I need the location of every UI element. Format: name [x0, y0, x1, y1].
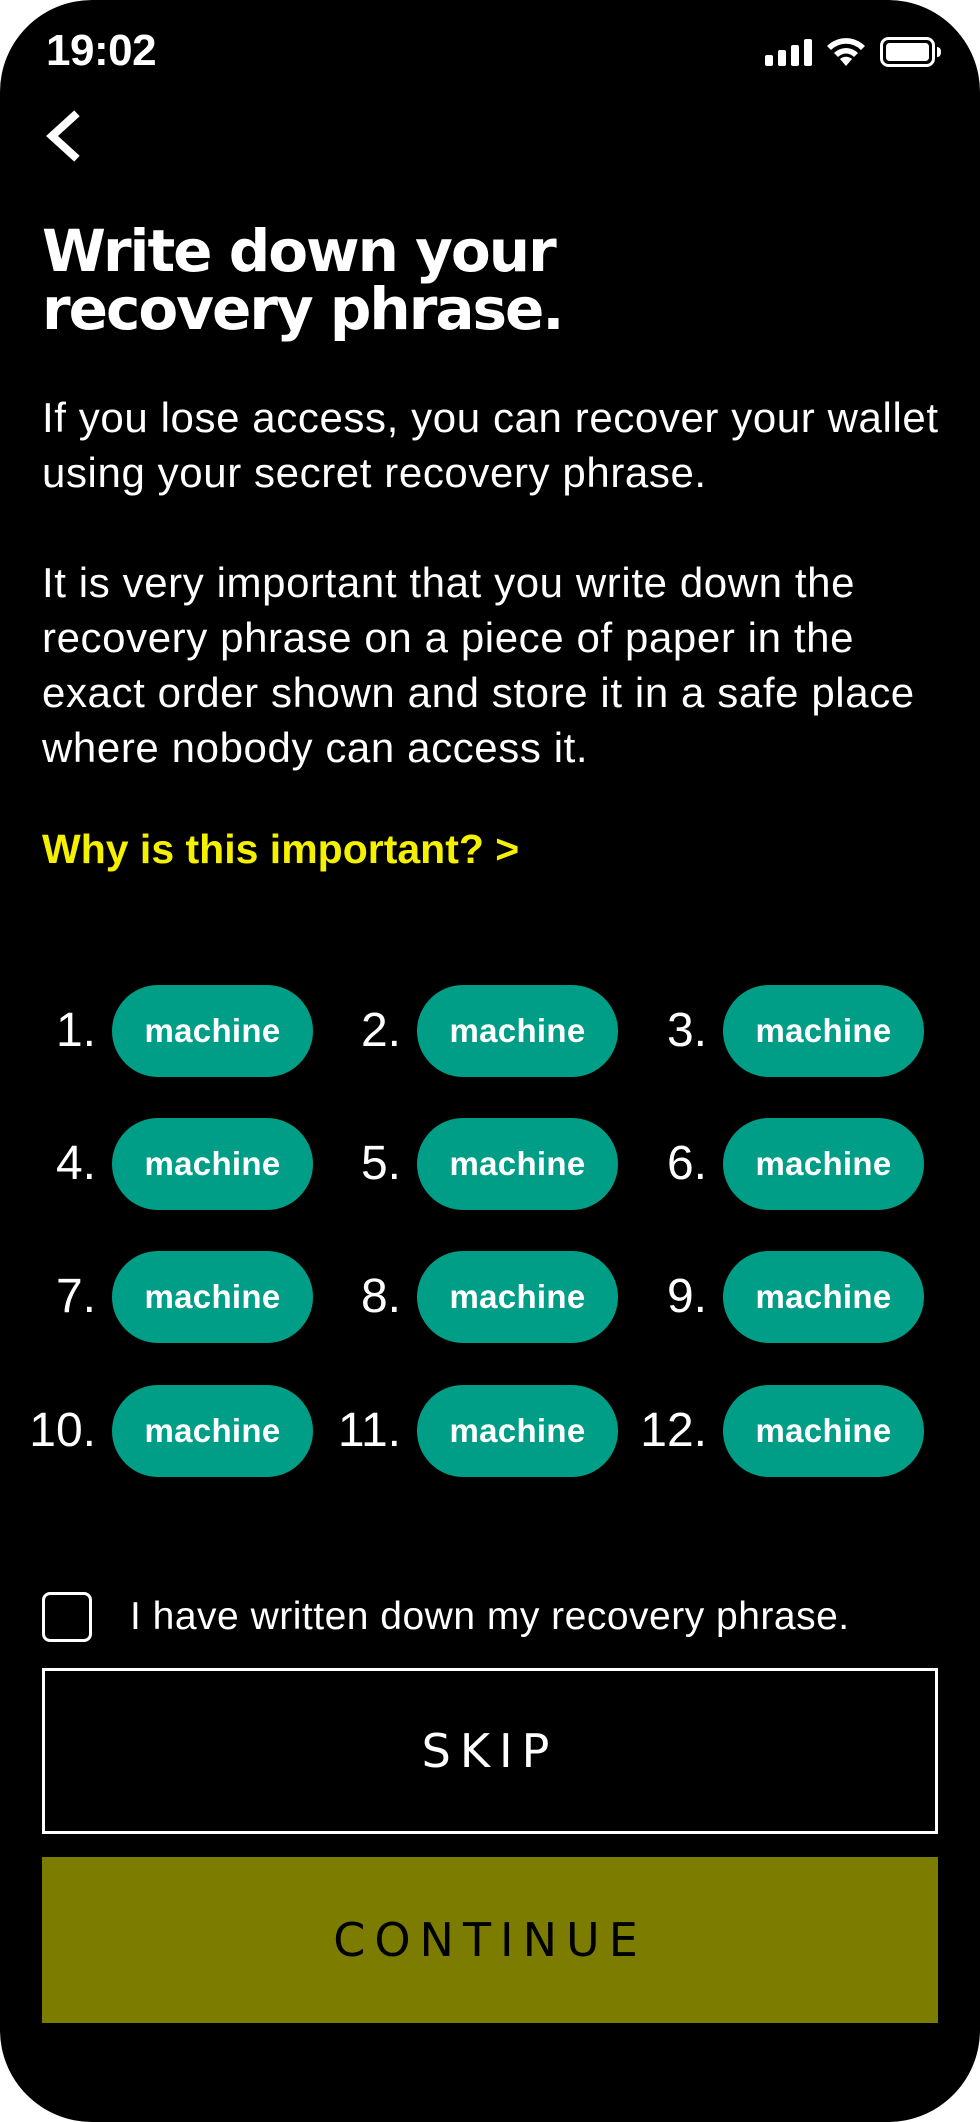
- battery-icon: [880, 37, 942, 67]
- intro-paragraph: If you lose access, you can recover your…: [42, 394, 939, 496]
- status-icons: [765, 34, 942, 70]
- word-pill: machine: [723, 1385, 924, 1477]
- skip-button[interactable]: SKIP: [42, 1668, 938, 1834]
- wifi-icon: [826, 37, 866, 67]
- warning-paragraph: It is very important that you write down…: [42, 559, 915, 771]
- word-index: 9.: [666, 1270, 707, 1323]
- phone-screen: 19:02 Write down your recovery phrase. I…: [0, 0, 980, 2122]
- word-index: 3.: [666, 1004, 707, 1057]
- word-pill: machine: [723, 1118, 924, 1210]
- confirm-written-row[interactable]: I have written down my recovery phrase.: [42, 1590, 850, 1644]
- word-index: 12.: [640, 1404, 707, 1457]
- word-index: 6.: [666, 1137, 707, 1190]
- why-important-link[interactable]: Why is this important? >: [42, 826, 519, 873]
- recovery-word-item: 6. machine: [42, 1118, 924, 1210]
- confirm-checkbox[interactable]: [42, 1592, 92, 1642]
- chevron-left-icon: [46, 110, 80, 162]
- recovery-word-item: 12. machine: [42, 1385, 924, 1477]
- back-button[interactable]: [36, 106, 92, 166]
- status-bar: 19:02: [0, 0, 980, 110]
- word-pill: machine: [723, 985, 924, 1077]
- recovery-word-item: 3. machine: [42, 985, 924, 1077]
- continue-button[interactable]: CONTINUE: [42, 1857, 938, 2023]
- page-title: Write down your recovery phrase.: [42, 217, 564, 343]
- confirm-checkbox-label: I have written down my recovery phrase.: [130, 1595, 850, 1638]
- recovery-word-item: 9. machine: [42, 1251, 924, 1343]
- word-pill: machine: [723, 1251, 924, 1343]
- status-time: 19:02: [46, 26, 157, 75]
- cellular-signal-icon: [765, 38, 812, 66]
